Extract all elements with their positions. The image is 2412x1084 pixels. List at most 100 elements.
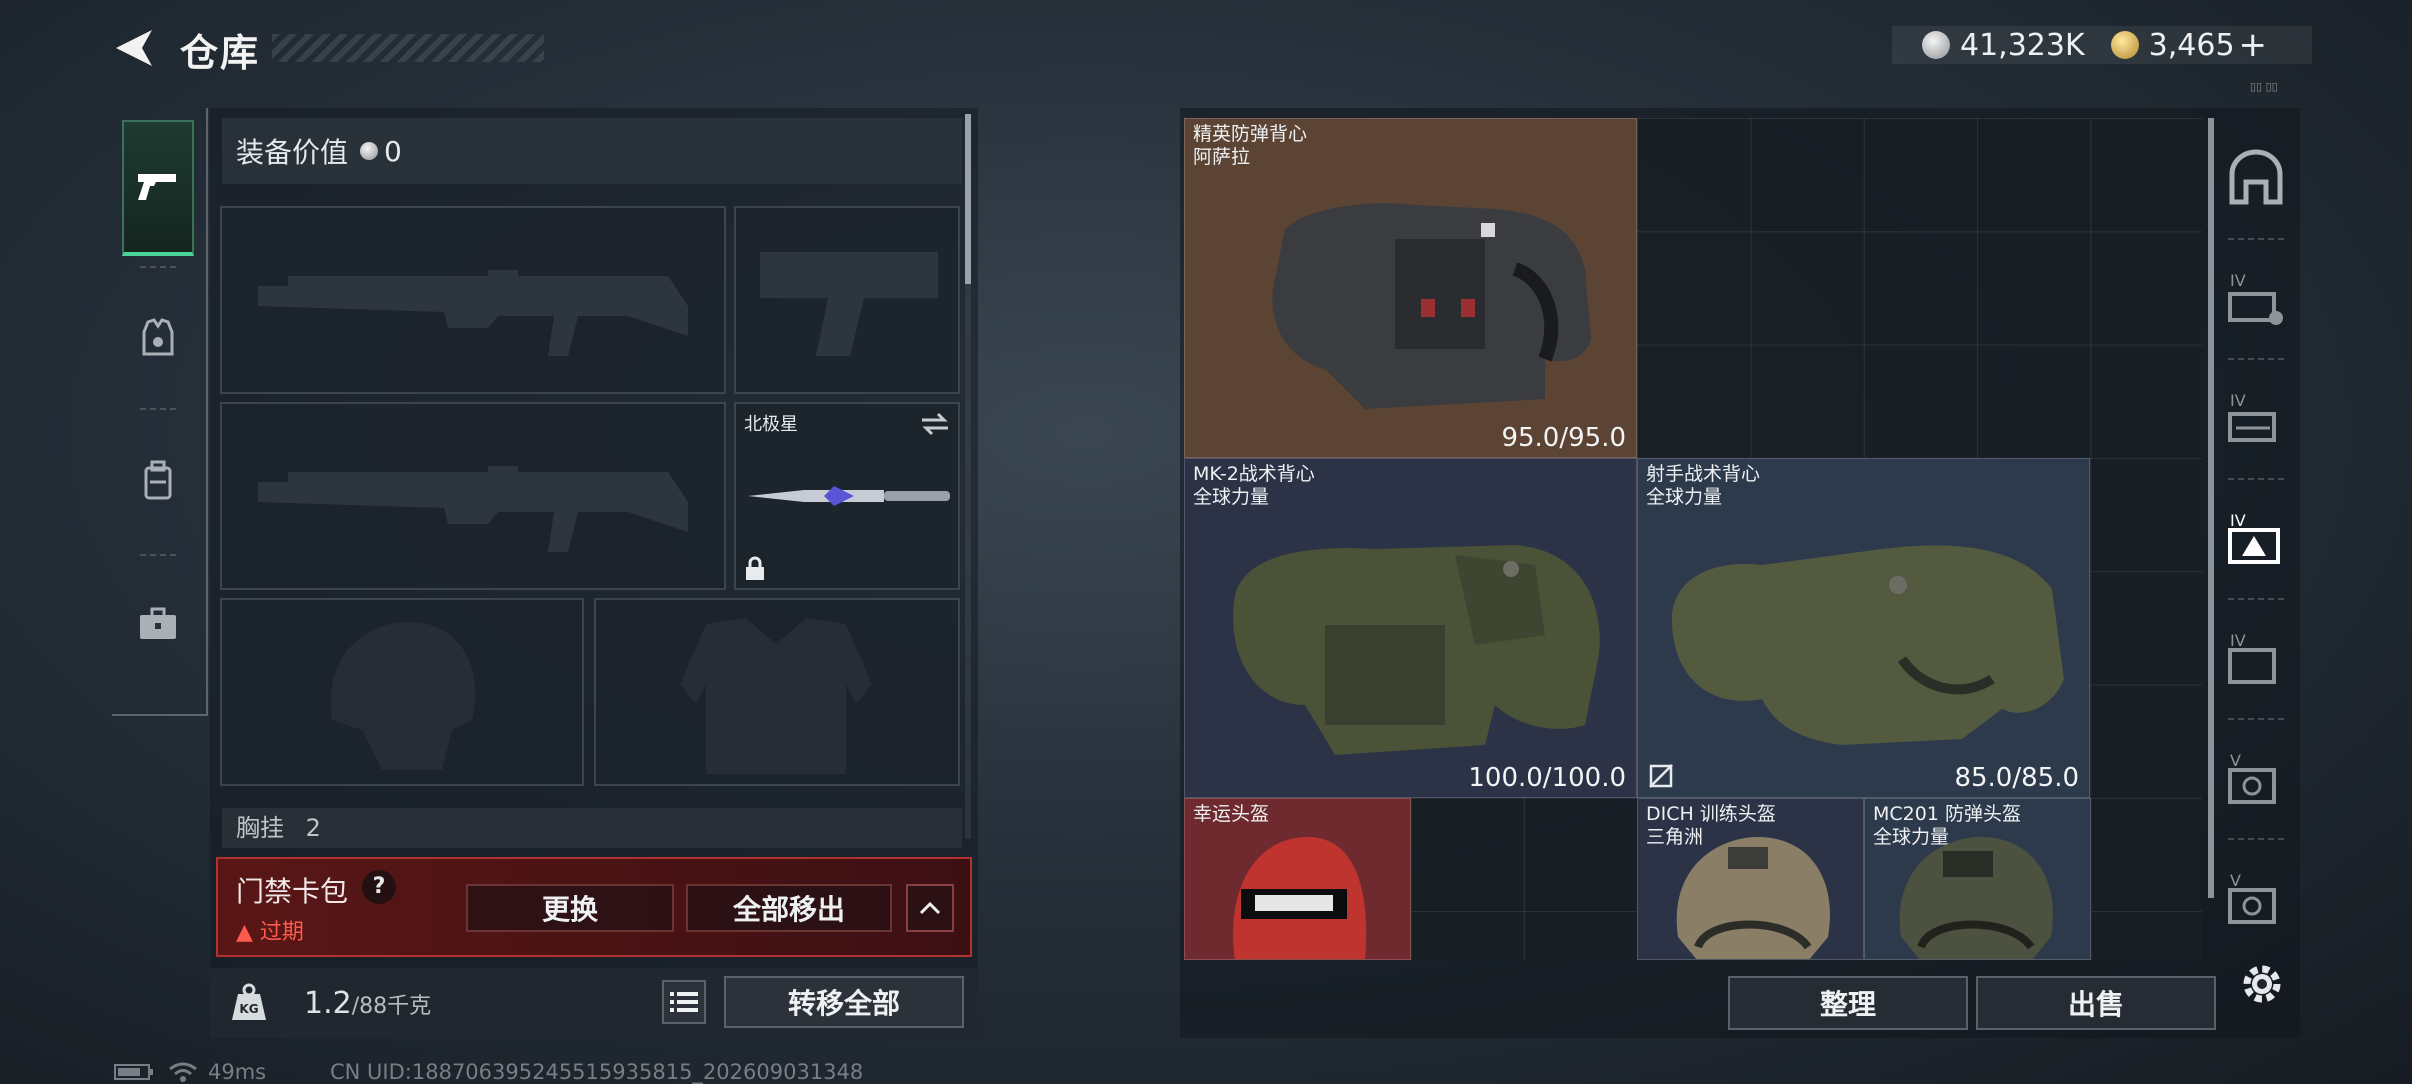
helmet-image-icon <box>1233 836 1367 959</box>
primary-weapon-slot[interactable] <box>220 206 726 394</box>
back-arrow-icon[interactable] <box>112 26 156 70</box>
item-brand: 全球力量 <box>1646 486 1723 508</box>
secondary-weapon-slot[interactable] <box>220 402 726 590</box>
item-mc201-helmet[interactable]: MC201 防弹头盔 全球力量 <box>1864 798 2091 960</box>
item-name: MK-2战术背心 <box>1193 463 1315 485</box>
item-name: 射手战术背心 <box>1646 463 1761 485</box>
lock-icon <box>746 556 764 580</box>
transfer-all-button[interactable]: 转移全部 <box>724 976 964 1028</box>
svg-text:IV: IV <box>2230 391 2246 410</box>
swap-icon[interactable] <box>920 412 950 436</box>
storage-page-iv-2-icon[interactable]: IV <box>2226 388 2286 448</box>
tab-weapons[interactable] <box>122 120 194 256</box>
user-id: CN UID:188706395245515935815_20260903134… <box>330 1060 864 1084</box>
storage-page-v-1-icon[interactable]: V <box>2226 748 2286 808</box>
item-dich-helmet[interactable]: DICH 训练头盔 三角洲 <box>1637 798 1864 960</box>
svg-text:IV: IV <box>2230 631 2246 650</box>
rifle-silhouette-icon <box>258 270 688 356</box>
melee-slot[interactable]: 北极星 <box>734 402 960 590</box>
ping-value: 49ms <box>208 1060 267 1084</box>
chest-rig-count: 2 <box>305 814 321 842</box>
title-decoration <box>272 34 544 62</box>
silver-currency-value: 41,323K <box>1960 27 2085 63</box>
currency-tag: ▯▯ ▯▯ <box>2250 80 2278 93</box>
helmet-image-icon <box>1676 837 1830 959</box>
replace-button[interactable]: 更换 <box>466 884 674 932</box>
helmet-image-icon <box>1899 837 2053 959</box>
list-view-button[interactable] <box>662 980 706 1024</box>
svg-text:IV: IV <box>2230 271 2246 290</box>
equipment-tabs <box>112 108 208 716</box>
vest-image-icon <box>1672 545 2064 745</box>
pistol-icon <box>138 174 176 200</box>
backpack-icon <box>144 460 172 500</box>
tab-backpack[interactable] <box>122 412 194 548</box>
keycard-status: ▲ 过期 <box>236 914 304 946</box>
help-icon[interactable]: ? <box>362 870 396 904</box>
item-mk2-vest[interactable]: MK-2战术背心 全球力量 100.0/100.0 <box>1184 458 1637 798</box>
vest-silhouette-icon <box>680 618 872 774</box>
sell-button[interactable]: 出售 <box>1976 976 2216 1030</box>
item-name: MC201 防弹头盔 <box>1873 803 2021 825</box>
pistol-silhouette-icon <box>760 252 938 356</box>
gold-coin-icon <box>2110 31 2139 59</box>
collapse-button[interactable] <box>906 884 954 932</box>
battery-icon <box>114 1064 153 1080</box>
item-durability: 95.0/95.0 <box>1501 423 1626 453</box>
currency-bar: 41,323K 3,465 + <box>1892 25 2312 65</box>
list-icon <box>670 992 698 1012</box>
chest-rig-row[interactable]: 胸挂 2 <box>222 808 962 848</box>
chest-rig-label: 胸挂 <box>236 814 284 842</box>
item-name: 精英防弹背心 <box>1193 123 1308 145</box>
knife-icon <box>748 486 950 506</box>
vest-image-icon <box>1233 545 1600 755</box>
item-brand: 阿萨拉 <box>1193 146 1251 168</box>
item-name: DICH 训练头盔 <box>1646 803 1776 825</box>
melee-name: 北极星 <box>744 414 798 435</box>
storage-page-iv-armor-icon[interactable]: IV <box>2226 508 2286 568</box>
item-durability: 100.0/100.0 <box>1468 763 1626 793</box>
storage-home-icon[interactable] <box>2226 148 2286 208</box>
tab-case[interactable] <box>122 556 194 692</box>
storage-page-bar: IV IV IV IV V V <box>2216 118 2298 960</box>
equipment-value: 0 <box>384 134 402 168</box>
weight-capacity: /88千克 <box>351 994 432 1019</box>
weight-readout: 1.2/88千克 <box>304 986 431 1021</box>
chevron-up-icon <box>919 901 941 915</box>
expired-label: 过期 <box>259 920 304 945</box>
vest-slot-icon <box>142 318 174 356</box>
item-elite-vest[interactable]: 精英防弹背心 阿萨拉 95.0/95.0 <box>1184 118 1637 458</box>
vest-image-icon <box>1272 203 1591 409</box>
storage-page-iv-3-icon[interactable]: IV <box>2226 628 2286 688</box>
briefcase-icon <box>140 607 176 639</box>
sort-button[interactable]: 整理 <box>1728 976 1968 1030</box>
pistol-slot[interactable] <box>734 206 960 394</box>
weight-icon-label: KG <box>239 1002 258 1016</box>
gold-currency-value: 3,465 <box>2148 27 2235 63</box>
weight-value: 1.2 <box>304 986 352 1021</box>
item-marksman-vest[interactable]: 射手战术背心 全球力量 85.0/85.0 <box>1637 458 2090 798</box>
svg-text:IV: IV <box>2230 511 2246 530</box>
add-currency-button[interactable]: + <box>2239 25 2268 65</box>
svg-text:V: V <box>2230 751 2241 770</box>
item-durability: 85.0/85.0 <box>1954 763 2079 793</box>
equipment-value-bar: 装备价值 0 <box>222 118 962 184</box>
remove-all-button[interactable]: 全部移出 <box>686 884 892 932</box>
no-repair-icon <box>1649 764 1673 788</box>
storage-page-v-2-icon[interactable]: V <box>2226 868 2286 928</box>
equipment-value-label: 装备价值 <box>236 136 349 169</box>
storage-scrollbar[interactable] <box>2208 118 2214 898</box>
silver-coin-icon <box>1922 31 1950 59</box>
gear-icon[interactable] <box>2236 958 2288 1010</box>
svg-text:V: V <box>2230 871 2241 890</box>
body-armor-slot[interactable] <box>594 598 960 786</box>
helmet-slot[interactable] <box>220 598 584 786</box>
keycard-pack-title: 门禁卡包 <box>236 875 349 908</box>
item-name: 幸运头盔 <box>1193 803 1270 825</box>
scrollbar-thumb[interactable] <box>965 114 971 284</box>
storage-page-iv-1-icon[interactable]: IV <box>2226 268 2286 328</box>
item-lucky-helmet[interactable]: 幸运头盔 <box>1184 798 1411 960</box>
wifi-icon <box>169 1062 197 1082</box>
helmet-silhouette-icon <box>330 621 476 770</box>
tab-armor[interactable] <box>122 270 194 406</box>
